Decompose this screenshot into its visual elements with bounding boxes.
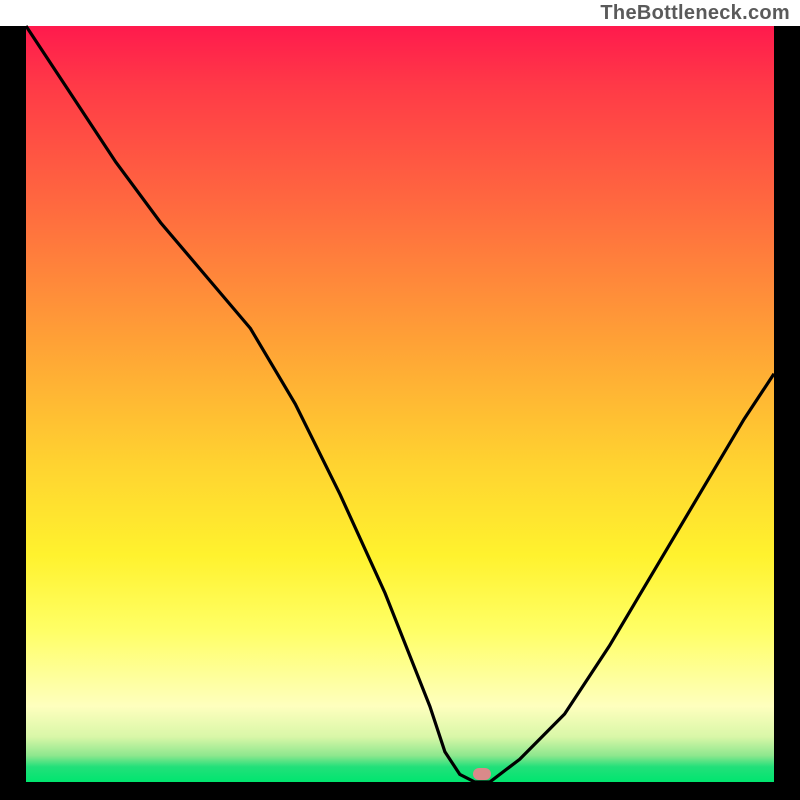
optimal-marker (473, 768, 491, 780)
header-strip: TheBottleneck.com (0, 0, 800, 26)
attribution-label: TheBottleneck.com (600, 2, 790, 25)
bottleneck-curve (26, 26, 774, 782)
chart-frame: TheBottleneck.com (0, 0, 800, 800)
plot-area (26, 26, 774, 782)
curve-path (26, 26, 774, 782)
